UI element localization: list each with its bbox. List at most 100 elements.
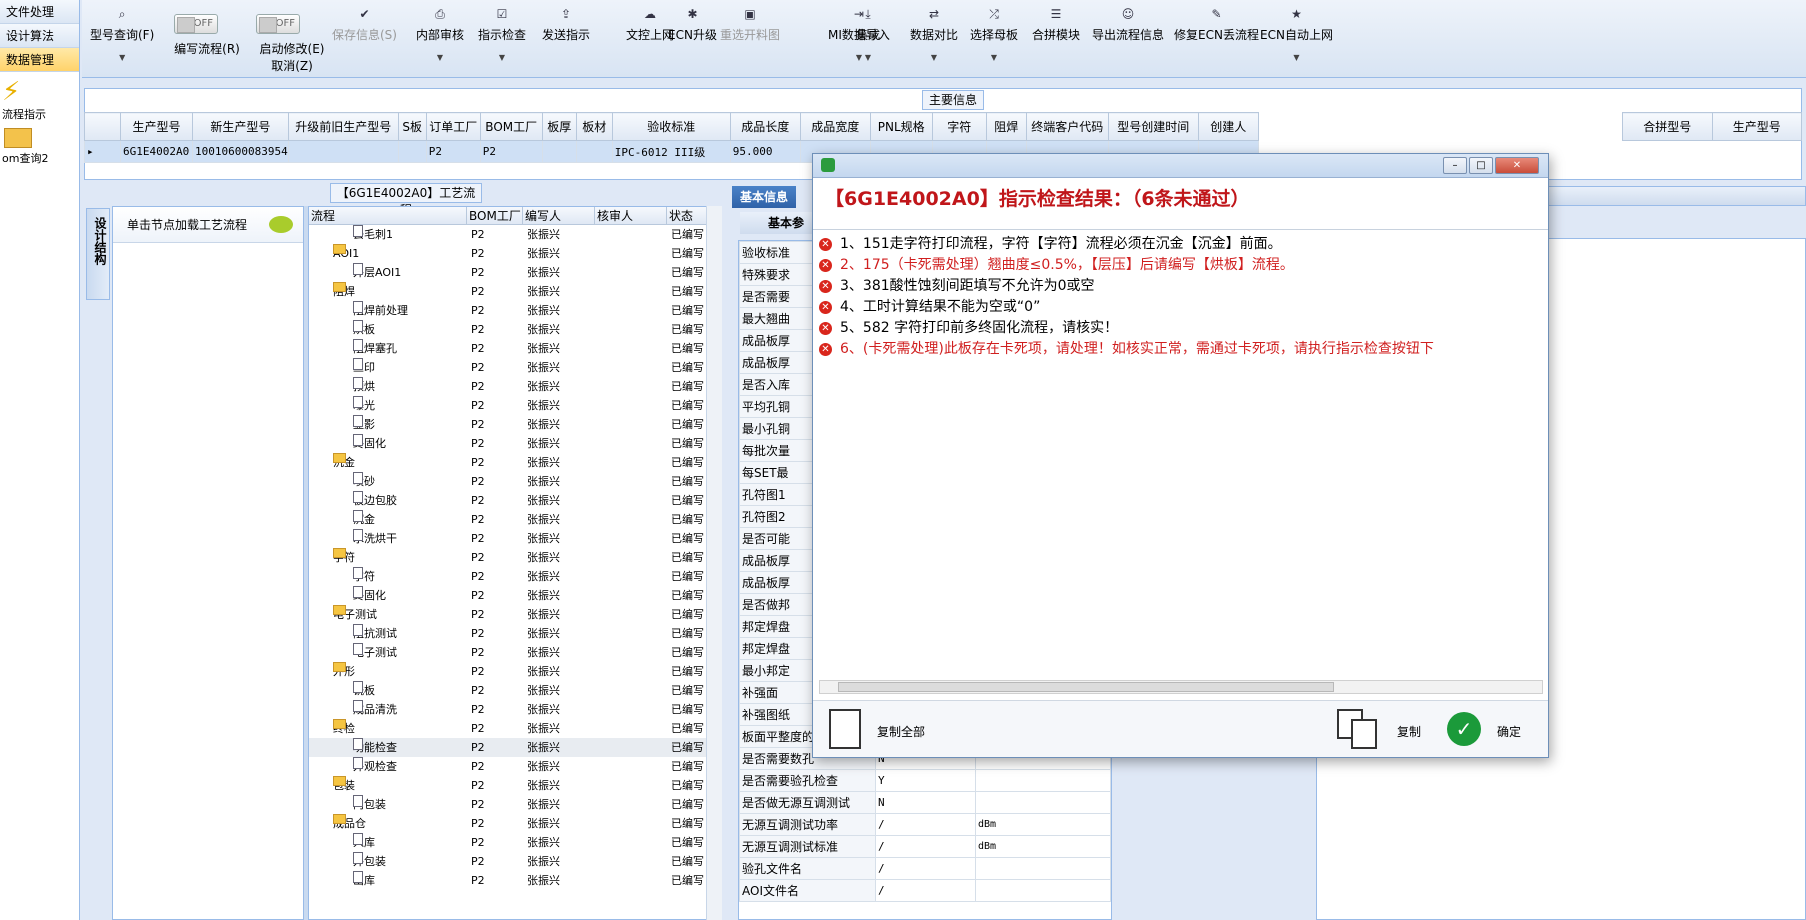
message-item[interactable]: ✕ 2、175（卡死需处理）翘曲度≤0.5%，【层压】后请编写【烘板】流程。 xyxy=(819,255,1541,276)
tree-column-header[interactable]: 编写人 xyxy=(523,207,595,224)
ok-button[interactable]: ✓ 确定 xyxy=(1447,709,1537,751)
message-item[interactable]: ✕ 6、(卡死需处理)此板存在卡死项，请处理！如核实正常，需通过卡死项，请执行指示… xyxy=(819,339,1541,360)
toolbar-button[interactable]: ☰ 合拼模块 xyxy=(1032,6,1080,43)
tree-row[interactable]: −电子测试 P2 张振兴 已编写 xyxy=(309,605,721,624)
grid-cell[interactable]: 95.000 xyxy=(729,140,801,163)
column-header[interactable]: 生产型号 xyxy=(120,112,193,141)
property-row[interactable]: AOI文件名 / xyxy=(739,879,1111,902)
message-item[interactable]: ✕ 5、582 字符打印前多终固化流程，请核实！ xyxy=(819,318,1541,339)
tree-row[interactable]: −字符 P2 张振兴 已编写 xyxy=(309,548,721,567)
tab-basic-params[interactable]: 基本参 xyxy=(740,212,812,234)
grid-cell[interactable]: P2 xyxy=(425,140,481,163)
tree-row[interactable]: 阻焊塞孔 P2 张振兴 已编写 xyxy=(309,339,721,358)
toolbar-button[interactable]: ✱ ECN升级 xyxy=(668,6,717,43)
property-row[interactable]: 是否做无源互调测试 N xyxy=(739,791,1111,814)
tree-row[interactable]: 板边包胶 P2 张振兴 已编写 xyxy=(309,491,721,510)
h-scrollbar[interactable] xyxy=(819,680,1543,694)
property-value[interactable]: / xyxy=(875,857,976,880)
maximize-button[interactable]: □ xyxy=(1469,157,1493,174)
toolbar-button[interactable]: ▣ 重选开料图 xyxy=(720,6,780,43)
chevron-down-icon[interactable]: ▼ xyxy=(1260,53,1333,62)
nav-tab[interactable]: 设计算法 xyxy=(0,24,79,48)
tree-row[interactable]: 阻焊前处理 P2 张振兴 已编写 xyxy=(309,301,721,320)
column-header[interactable]: 阻焊 xyxy=(985,112,1027,141)
tree-row[interactable]: −外形 P2 张振兴 已编写 xyxy=(309,662,721,681)
property-row[interactable]: 是否需要验孔检查 Y xyxy=(739,769,1111,792)
grid-cell[interactable] xyxy=(541,140,577,163)
column-header[interactable]: 成品宽度 xyxy=(799,112,871,141)
column-header[interactable]: S板 xyxy=(397,112,427,141)
tree-row[interactable]: −AOI1 P2 张振兴 已编写 xyxy=(309,244,721,263)
toolbar-button[interactable]: ☁ 文控上网 xyxy=(626,6,674,43)
grid-cell[interactable] xyxy=(397,140,427,163)
property-value[interactable]: / xyxy=(875,835,976,858)
toolbar-button[interactable]: ⌕ 型号查询(F) ▼ xyxy=(90,6,154,62)
toggle-switch[interactable]: OFF xyxy=(256,14,300,34)
property-row[interactable]: 无源互调测试功率 / dBm xyxy=(739,813,1111,836)
nav-item-flow[interactable]: ⚡ 流程指示 xyxy=(0,78,80,122)
property-value[interactable]: / xyxy=(875,879,976,902)
column-header[interactable]: 成品长度 xyxy=(729,112,801,141)
grid-cell[interactable] xyxy=(287,140,399,163)
column-header[interactable]: 字符 xyxy=(931,112,987,141)
tab-design-structure[interactable]: 设计结构 xyxy=(86,208,110,300)
message-item[interactable]: ✕ 1、151走字符打印流程，字符【字符】流程必须在沉金【沉金】前面。 xyxy=(819,234,1541,255)
column-header[interactable]: 订单工厂 xyxy=(425,112,481,141)
toggle-switch[interactable]: OFF xyxy=(174,14,218,34)
chevron-down-icon[interactable]: ▼ xyxy=(910,53,958,62)
tree-row[interactable]: 终固化 P2 张振兴 已编写 xyxy=(309,586,721,605)
tree-row[interactable]: 外层AOI1 P2 张振兴 已编写 xyxy=(309,263,721,282)
column-header[interactable]: 板材 xyxy=(575,112,613,141)
chevron-down-icon[interactable]: ▼ xyxy=(856,53,880,62)
tree-column-header[interactable]: BOM工厂 xyxy=(467,207,523,224)
toolbar-button[interactable]: ✔ 保存信息(S) xyxy=(332,6,397,43)
column-header[interactable]: 验收标准 xyxy=(611,112,731,141)
tree-row[interactable]: −阻焊 P2 张振兴 已编写 xyxy=(309,282,721,301)
tree-column-header[interactable]: 流程 xyxy=(309,207,467,224)
tree-row[interactable]: 水洗烘干 P2 张振兴 已编写 xyxy=(309,529,721,548)
toolbar-button[interactable]: ⤮ 选择母板 ▼ xyxy=(970,6,1018,62)
toolbar-button[interactable]: ⇄ 数据对比 ▼ xyxy=(910,6,958,62)
grid-cell[interactable]: 10010600083954 xyxy=(192,140,289,163)
chevron-down-icon[interactable]: ▼ xyxy=(478,53,526,62)
grid-cell[interactable]: P2 xyxy=(479,140,543,163)
scroll-thumb[interactable] xyxy=(838,682,1334,692)
tree-row[interactable]: 烘板 P2 张振兴 已编写 xyxy=(309,320,721,339)
tree-row[interactable]: 终固化 P2 张振兴 已编写 xyxy=(309,434,721,453)
minimize-button[interactable]: – xyxy=(1443,157,1467,174)
toolbar-button[interactable]: ☑ 指示检查 ▼ xyxy=(478,6,526,62)
tree-row[interactable]: 出库 P2 张振兴 已编写 xyxy=(309,871,721,890)
grid-cell[interactable] xyxy=(575,140,613,163)
tree-row[interactable]: 内包装 P2 张振兴 已编写 xyxy=(309,795,721,814)
column-header[interactable]: 终端客户代码 xyxy=(1025,112,1109,141)
toolbar-button[interactable]: OFF 启动修改(E) 取消(Z) xyxy=(250,6,334,74)
property-value[interactable]: Y xyxy=(875,769,976,792)
tree-row[interactable]: 沉金 P2 张振兴 已编写 xyxy=(309,510,721,529)
tree-row[interactable]: 去毛刺1 P2 张振兴 已编写 xyxy=(309,225,721,244)
column-header[interactable]: PNL规格 xyxy=(869,112,933,141)
tree-row[interactable]: −成品仓 P2 张振兴 已编写 xyxy=(309,814,721,833)
tree-row[interactable]: 显影 P2 张振兴 已编写 xyxy=(309,415,721,434)
tree-row[interactable]: 外包装 P2 张振兴 已编写 xyxy=(309,852,721,871)
tree-column-header[interactable]: 核审人 xyxy=(595,207,667,224)
copy-all-button[interactable]: 复制全部 xyxy=(829,709,969,751)
column-header[interactable]: 型号创建时间 xyxy=(1107,112,1199,141)
tree-row[interactable]: 预烘 P2 张振兴 已编写 xyxy=(309,377,721,396)
property-value[interactable]: / xyxy=(875,813,976,836)
close-button[interactable]: ✕ xyxy=(1495,157,1539,174)
column-header[interactable]: 创建人 xyxy=(1197,112,1259,141)
tree-row[interactable]: 外观检查 P2 张振兴 已编写 xyxy=(309,757,721,776)
property-row[interactable]: 无源互调测试标准 / dBm xyxy=(739,835,1111,858)
chevron-down-icon[interactable]: ▼ xyxy=(416,53,464,62)
chevron-down-icon[interactable]: ▼ xyxy=(970,53,1018,62)
toolbar-button[interactable]: ☺ 导出流程信息 xyxy=(1092,6,1164,43)
property-row[interactable]: 验孔文件名 / xyxy=(739,857,1111,880)
tab-basic-info[interactable]: 基本信息 xyxy=(732,186,796,208)
tree-row[interactable]: 成品清洗 P2 张振兴 已编写 xyxy=(309,700,721,719)
column-header[interactable]: 板厚 xyxy=(541,112,577,141)
grid-cell[interactable]: 6G1E4002A0 xyxy=(120,140,193,163)
toolbar-button[interactable]: ★ ECN自动上网 ▼ xyxy=(1260,6,1333,62)
tree-row[interactable]: 功能检查 P2 张振兴 已编写 xyxy=(309,738,721,757)
toolbar-button[interactable]: ⤓ 集成 ▼ xyxy=(856,6,880,62)
tree-row[interactable]: 曝光 P2 张振兴 已编写 xyxy=(309,396,721,415)
